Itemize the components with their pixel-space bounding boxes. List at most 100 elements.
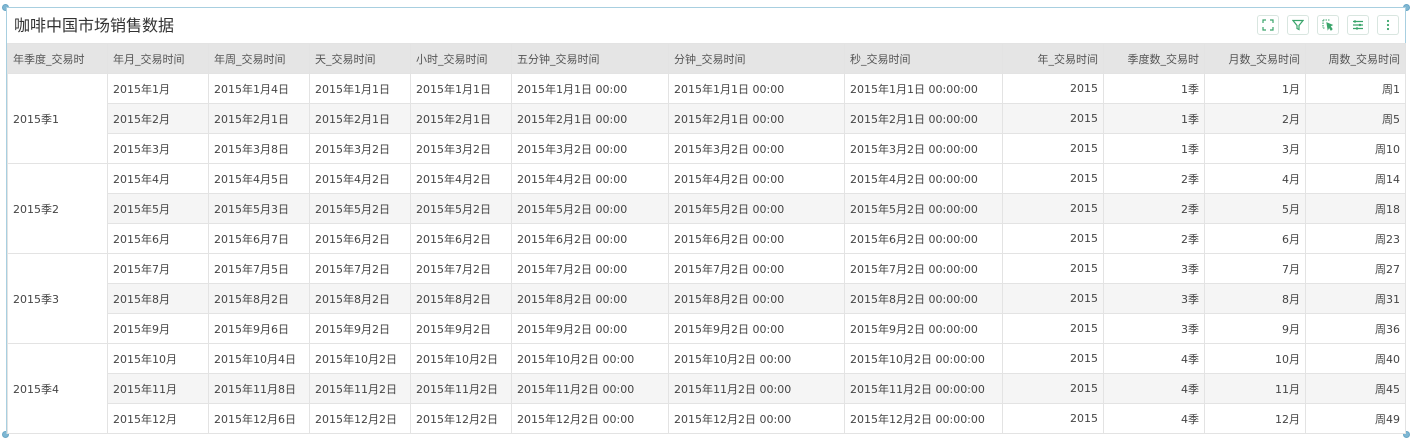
column-header[interactable]: 天_交易时间 — [309, 43, 411, 74]
table-cell: 周5 — [1305, 103, 1406, 134]
table-row[interactable]: 2015季3 2015年7月 2015年7月5日 2015年7月2日 2015年7月2日… — [7, 253, 1406, 344]
table-cell: 周45 — [1305, 373, 1406, 404]
table-cell: 2015年5月2日 — [309, 193, 411, 224]
table-cell: 2015年12月2日 00:00 — [668, 403, 845, 434]
table-row[interactable]: 2015年12月 2015年12月6日 2015年12月2日 2015年12月2日 20… — [8, 403, 1406, 434]
table-cell: 2015年3月2日 — [309, 133, 411, 164]
table-cell: 4季 — [1103, 343, 1205, 374]
table-row[interactable]: 2015年5月 2015年5月3日 2015年5月2日 2015年5月2日 2015年5… — [8, 193, 1406, 224]
column-header[interactable]: 年周_交易时间 — [208, 43, 310, 74]
table-cell: 周49 — [1305, 403, 1406, 434]
table-cell: 2015年12月2日 00:00:00 — [844, 403, 1003, 434]
table-cell: 3季 — [1103, 283, 1205, 314]
table-cell: 2015年1月1日 — [410, 73, 512, 104]
table-row[interactable]: 2015年8月 2015年8月2日 2015年8月2日 2015年8月2日 2015年8… — [8, 283, 1406, 314]
column-header[interactable]: 年季度_交易时 — [7, 43, 108, 74]
table-row[interactable]: 2015年6月 2015年6月7日 2015年6月2日 2015年6月2日 2015年6… — [8, 223, 1406, 254]
table-cell: 2015年5月2日 00:00:00 — [844, 193, 1003, 224]
table-body: 2015季1 2015年1月 2015年1月4日 2015年1月1日 2015年1月1日… — [7, 73, 1406, 434]
table-cell: 2015年1月1日 00:00 — [668, 73, 845, 104]
table-cell: 周36 — [1305, 313, 1406, 344]
table-cell: 2015年6月 — [107, 223, 209, 254]
table-row[interactable]: 2015季4 2015年10月 2015年10月4日 2015年10月2日 2015年1… — [7, 343, 1406, 434]
table-cell: 2015年8月 — [107, 283, 209, 314]
table-row[interactable]: 2015年2月 2015年2月1日 2015年2月1日 2015年2月1日 2015年2… — [8, 103, 1406, 134]
fullscreen-button[interactable] — [1257, 15, 1279, 35]
table-cell: 6月 — [1204, 223, 1306, 254]
column-header[interactable]: 年_交易时间 — [1002, 43, 1104, 74]
table-cell: 2015年4月2日 00:00 — [511, 163, 669, 194]
widget-panel: 咖啡中国市场销售数据 年季度_交易时 年月_交易时间 年周_交易时间 天_交易时… — [6, 7, 1406, 434]
table-cell: 2015 — [1002, 403, 1104, 434]
table-cell: 周18 — [1305, 193, 1406, 224]
table-cell: 周14 — [1305, 163, 1406, 194]
table-cell: 2015年12月 — [107, 403, 209, 434]
table-cell: 2015年6月2日 00:00 — [668, 223, 845, 254]
table-cell: 2015 — [1002, 313, 1104, 344]
table-cell: 2015年2月1日 — [309, 103, 411, 134]
table-cell: 2015年4月 — [107, 163, 209, 194]
table-cell: 7月 — [1204, 253, 1306, 284]
table-cell: 3月 — [1204, 133, 1306, 164]
table-cell: 2015年12月6日 — [208, 403, 310, 434]
table-cell: 2季 — [1103, 193, 1205, 224]
column-header[interactable]: 月数_交易时间 — [1204, 43, 1306, 74]
table-cell: 1季 — [1103, 103, 1205, 134]
table-cell: 周40 — [1305, 343, 1406, 374]
table-cell: 2015 — [1002, 283, 1104, 314]
table-cell: 2月 — [1204, 103, 1306, 134]
group-cell: 2015季1 — [7, 73, 108, 164]
table-cell: 2015 — [1002, 373, 1104, 404]
table-cell: 3季 — [1103, 253, 1205, 284]
table-cell: 2季 — [1103, 223, 1205, 254]
filter-button[interactable] — [1287, 15, 1309, 35]
table-cell: 2015年8月2日 00:00:00 — [844, 283, 1003, 314]
table-cell: 2015年11月 — [107, 373, 209, 404]
list-button[interactable] — [1347, 15, 1369, 35]
table-cell: 2015年4月5日 — [208, 163, 310, 194]
column-header[interactable]: 小时_交易时间 — [410, 43, 512, 74]
table-cell: 2015年1月 — [107, 73, 209, 104]
column-header[interactable]: 分钟_交易时间 — [668, 43, 845, 74]
data-table: 年季度_交易时 年月_交易时间 年周_交易时间 天_交易时间 小时_交易时间 五… — [7, 43, 1406, 434]
column-header[interactable]: 季度数_交易时 — [1103, 43, 1205, 74]
table-row[interactable]: 2015年9月 2015年9月6日 2015年9月2日 2015年9月2日 2015年9… — [8, 313, 1406, 344]
list-icon — [1353, 20, 1363, 30]
table-cell: 11月 — [1204, 373, 1306, 404]
table-cell: 2015年9月2日 00:00:00 — [844, 313, 1003, 344]
table-cell: 周27 — [1305, 253, 1406, 284]
column-header[interactable]: 年月_交易时间 — [107, 43, 209, 74]
table-cell: 1月 — [1204, 73, 1306, 104]
table-cell: 2015年1月4日 — [208, 73, 310, 104]
table-cell: 2015 — [1002, 163, 1104, 194]
table-cell: 2015年10月2日 00:00 — [511, 343, 669, 374]
table-cell: 2015年2月 — [107, 103, 209, 134]
table-cell: 1季 — [1103, 133, 1205, 164]
table-row[interactable]: 2015季2 2015年4月 2015年4月5日 2015年4月2日 2015年4月2日… — [7, 163, 1406, 254]
table-cell: 2015年11月8日 — [208, 373, 310, 404]
table-row[interactable]: 2015季1 2015年1月 2015年1月4日 2015年1月1日 2015年1月1日… — [7, 73, 1406, 164]
table-header-row: 年季度_交易时 年月_交易时间 年周_交易时间 天_交易时间 小时_交易时间 五… — [7, 43, 1406, 74]
table-cell: 4季 — [1103, 373, 1205, 404]
select-button[interactable] — [1317, 15, 1339, 35]
table-cell: 2015年9月6日 — [208, 313, 310, 344]
table-cell: 2015年5月3日 — [208, 193, 310, 224]
table-cell: 2015年7月2日 00:00 — [668, 253, 845, 284]
table-row[interactable]: 2015年3月 2015年3月8日 2015年3月2日 2015年3月2日 2015年3… — [8, 133, 1406, 164]
table-cell: 2015年7月 — [107, 253, 209, 284]
table-cell: 2015年4月2日 00:00:00 — [844, 163, 1003, 194]
table-cell: 2015年3月2日 00:00:00 — [844, 133, 1003, 164]
table-cell: 2015 — [1002, 253, 1104, 284]
table-cell: 2015年8月2日 — [410, 283, 512, 314]
column-header[interactable]: 周数_交易时间 — [1305, 43, 1406, 74]
more-button[interactable] — [1377, 15, 1399, 35]
column-header[interactable]: 五分钟_交易时间 — [511, 43, 669, 74]
table-cell: 2015年5月2日 00:00 — [668, 193, 845, 224]
table-cell: 2015 — [1002, 133, 1104, 164]
column-header[interactable]: 秒_交易时间 — [844, 43, 1003, 74]
table-cell: 2015年7月2日 — [309, 253, 411, 284]
table-cell: 2015年4月2日 00:00 — [668, 163, 845, 194]
table-cell: 2015年1月1日 00:00:00 — [844, 73, 1003, 104]
table-row[interactable]: 2015年11月 2015年11月8日 2015年11月2日 2015年11月2日 20… — [8, 373, 1406, 404]
table-cell: 周23 — [1305, 223, 1406, 254]
